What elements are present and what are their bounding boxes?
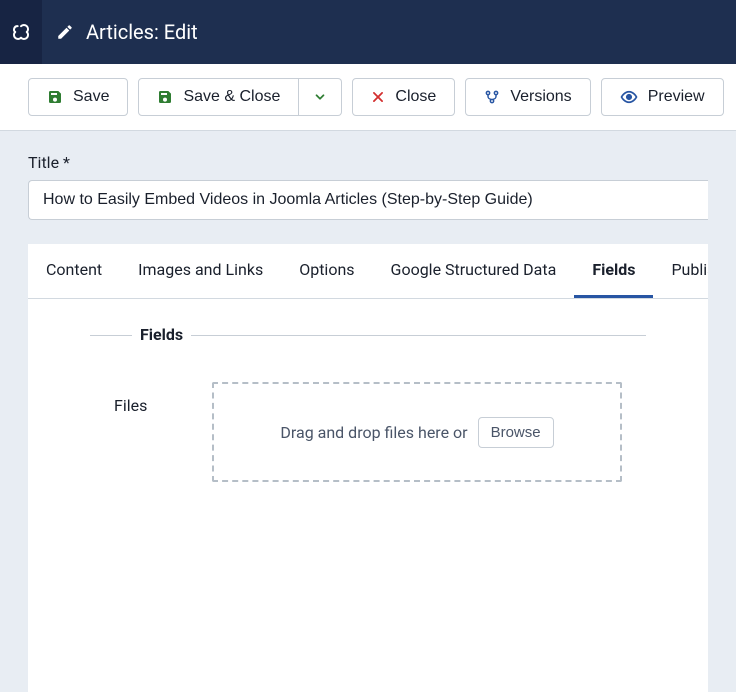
fields-legend: Fields — [132, 325, 191, 344]
fields-panel: Fields Files Drag and drop files here or… — [28, 299, 708, 692]
files-dropzone[interactable]: Drag and drop files here or Browse — [212, 382, 622, 482]
header-bar: Articles: Edit — [0, 0, 736, 64]
tab-gsd[interactable]: Google Structured Data — [373, 244, 575, 298]
tab-fields[interactable]: Fields — [574, 244, 653, 298]
versions-label: Versions — [510, 88, 571, 106]
versions-button[interactable]: Versions — [465, 78, 590, 116]
tab-content[interactable]: Content — [28, 244, 120, 298]
preview-label: Preview — [648, 88, 705, 106]
close-button[interactable]: Close — [352, 78, 455, 116]
tab-publishing[interactable]: Publishing — [653, 244, 708, 298]
title-input[interactable] — [28, 180, 708, 220]
page-title: Articles: Edit — [86, 20, 198, 44]
files-label: Files — [114, 382, 174, 482]
title-label: Title * — [28, 153, 708, 172]
save-close-button[interactable]: Save & Close — [138, 78, 299, 116]
close-label: Close — [395, 88, 436, 106]
tab-images-links[interactable]: Images and Links — [120, 244, 281, 298]
fields-fieldset: Fields Files Drag and drop files here or… — [90, 335, 646, 512]
save-label: Save — [73, 88, 109, 106]
toolbar: Save Save & Close Close Versions Prev — [0, 64, 736, 131]
save-button[interactable]: Save — [28, 78, 128, 116]
tabs: Content Images and Links Options Google … — [28, 244, 708, 299]
dropzone-text: Drag and drop files here or — [280, 423, 467, 442]
save-icon — [47, 89, 63, 105]
browse-button[interactable]: Browse — [478, 417, 554, 448]
chevron-down-icon — [313, 90, 327, 104]
eye-icon — [620, 88, 638, 106]
tab-options[interactable]: Options — [281, 244, 372, 298]
save-close-group: Save & Close — [138, 78, 342, 116]
save-icon — [157, 89, 173, 105]
close-icon — [371, 90, 385, 104]
joomla-logo[interactable] — [0, 0, 42, 64]
pencil-icon — [56, 23, 74, 41]
branch-icon — [484, 89, 500, 105]
preview-button[interactable]: Preview — [601, 78, 724, 116]
save-dropdown-button[interactable] — [299, 78, 342, 116]
save-close-label: Save & Close — [183, 88, 280, 106]
